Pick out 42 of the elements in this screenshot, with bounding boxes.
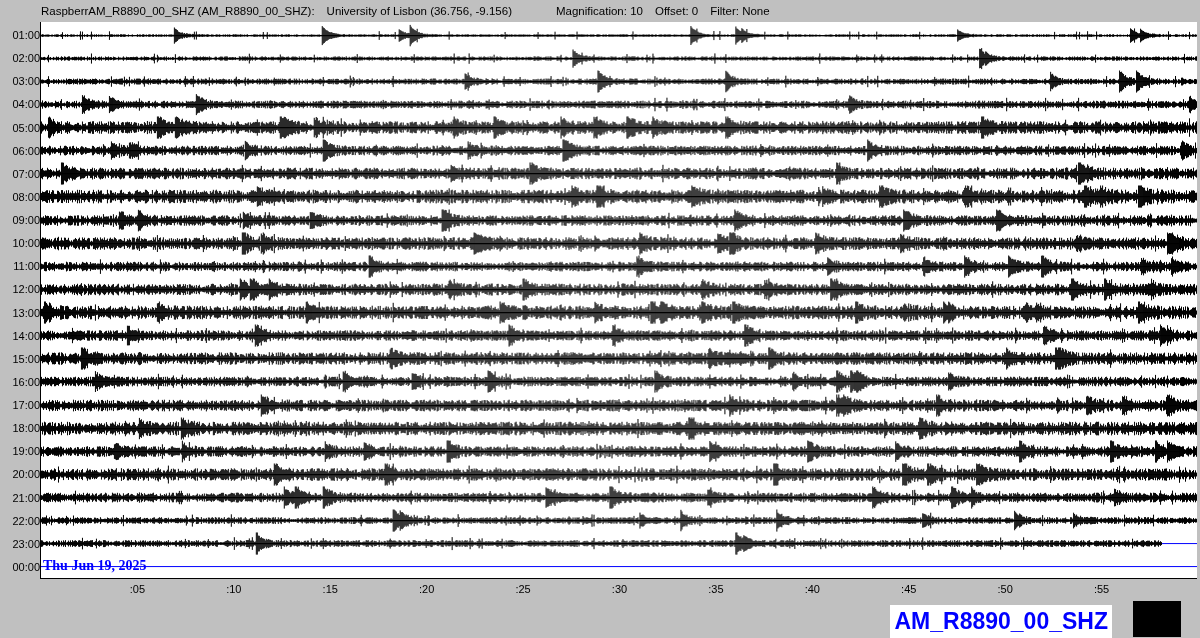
minute-tick-label: :20 (419, 583, 435, 595)
hour-label: 11:00 (12, 259, 40, 275)
hour-label: 12:00 (11, 282, 40, 298)
minute-tick-label: :55 (1093, 583, 1110, 595)
minute-tick-label: :40 (804, 583, 820, 595)
hour-label: 17:00 (11, 398, 40, 414)
minute-tick-label: :25 (515, 583, 531, 595)
filter-value: Filter: None (710, 5, 770, 17)
status-square (1133, 601, 1181, 637)
hour-label: 05:00 (11, 120, 40, 136)
hour-label: 07:00 (11, 166, 40, 182)
hour-label: 08:00 (11, 189, 40, 205)
hour-label: 09:00 (11, 213, 40, 229)
hour-label: 06:00 (11, 143, 40, 159)
hour-label: 23:00 (11, 536, 40, 552)
hour-label: 04:00 (11, 97, 40, 113)
minute-tick-label: :50 (997, 583, 1013, 595)
minute-tick-label: :15 (322, 583, 338, 595)
station-location: University of Lisbon (36.756, -9.156) (326, 5, 512, 17)
hour-label: 21:00 (11, 490, 40, 506)
station-label: AM_R8890_00_SHZ (890, 605, 1112, 638)
hour-label: 00:00 (11, 559, 40, 575)
hour-label: 03:00 (11, 74, 40, 90)
hour-label: 13:00 (11, 305, 40, 321)
minute-tick-label: :45 (901, 583, 917, 595)
hour-label: 20:00 (11, 467, 40, 483)
hour-label: 16:00 (11, 374, 40, 390)
minute-tick-label: :30 (611, 583, 628, 595)
hour-label: 15:00 (11, 351, 40, 367)
channel-name: RaspberrAM_R8890_00_SHZ (AM_R8890_00_SHZ): (41, 5, 315, 17)
hour-label: 18:00 (11, 421, 40, 437)
minute-tick-label: :10 (226, 583, 242, 595)
offset-value: Offset: 0 (654, 5, 699, 17)
magnification-value: Magnification: 10 (556, 5, 643, 17)
hour-label: 19:00 (11, 444, 40, 460)
hour-label: 14:00 (11, 328, 40, 344)
minute-tick-label: :35 (708, 583, 724, 595)
hour-label: 01:00 (11, 28, 40, 44)
minute-tick-label: :05 (129, 583, 146, 595)
hour-label: 02:00 (11, 51, 40, 67)
hour-label: 22:00 (11, 513, 40, 529)
hour-label: 10:00 (11, 236, 40, 252)
